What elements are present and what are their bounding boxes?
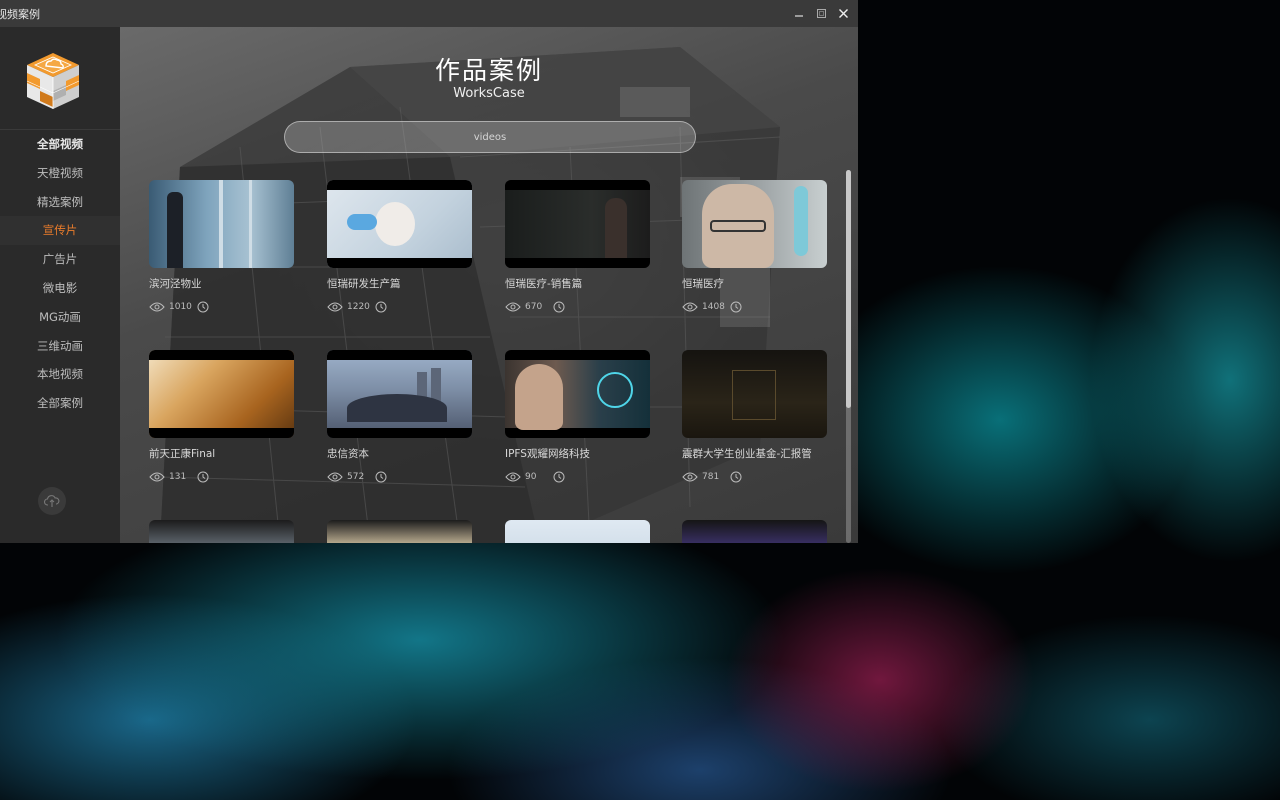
- clock-icon: [553, 471, 565, 483]
- nav-item-local-videos[interactable]: 本地视频: [0, 360, 120, 389]
- view-count: 572: [347, 472, 365, 482]
- video-card[interactable]: [149, 520, 294, 543]
- video-meta: 131: [149, 470, 294, 484]
- video-card[interactable]: [682, 520, 827, 543]
- nav-item-micro-films[interactable]: 微电影: [0, 274, 120, 303]
- video-thumbnail[interactable]: [149, 520, 294, 543]
- clock-icon: [197, 471, 209, 483]
- nav-item-all-videos[interactable]: 全部视频: [0, 130, 120, 159]
- video-title: 恒瑞医疗-销售篇: [505, 278, 583, 290]
- video-card[interactable]: [327, 520, 472, 543]
- video-meta: 670: [505, 300, 650, 314]
- video-title: 震群大学生创业基金-汇报管: [682, 448, 812, 460]
- window-title: 视频案例: [0, 7, 40, 21]
- video-meta: 1010: [149, 300, 294, 314]
- clock-icon: [730, 471, 742, 483]
- eye-icon: [682, 302, 698, 312]
- eye-icon: [505, 302, 521, 312]
- video-thumbnail[interactable]: [682, 350, 827, 438]
- video-card[interactable]: 忠信资本 572: [327, 350, 472, 484]
- title-bar[interactable]: 视频案例: [0, 0, 858, 27]
- nav-item-3d-animation[interactable]: 三维动画: [0, 332, 120, 361]
- video-thumbnail[interactable]: [327, 180, 472, 268]
- view-count: 131: [169, 472, 187, 482]
- video-thumbnail[interactable]: [682, 520, 827, 543]
- cloud-upload-icon[interactable]: [38, 487, 66, 515]
- video-meta: 90: [505, 470, 650, 484]
- clock-icon: [375, 301, 387, 313]
- minimize-icon[interactable]: [792, 7, 806, 21]
- video-thumbnail[interactable]: [682, 180, 827, 268]
- nav-item-ads[interactable]: 广告片: [0, 245, 120, 274]
- video-title: IPFS观耀网络科技: [505, 448, 590, 460]
- category-nav: 全部视频 天橙视频 精选案例 宣传片 广告片 微电影 MG动画 三维动画 本地视…: [0, 129, 120, 418]
- eye-icon: [505, 472, 521, 482]
- window-controls: [792, 0, 850, 27]
- view-count: 1408: [702, 302, 725, 312]
- view-count: 1010: [169, 302, 192, 312]
- clock-icon: [197, 301, 209, 313]
- video-thumbnail[interactable]: [505, 180, 650, 268]
- video-title: 滨河泾物业: [149, 278, 202, 290]
- scrollbar-thumb[interactable]: [846, 170, 851, 408]
- nav-item-all-cases[interactable]: 全部案例: [0, 389, 120, 418]
- page-heading: 作品案例: [434, 56, 543, 85]
- eye-icon: [327, 302, 343, 312]
- video-card[interactable]: 恒瑞研发生产篇 1220: [327, 180, 472, 314]
- nav-item-tiancheng-videos[interactable]: 天橙视频: [0, 159, 120, 188]
- video-thumbnail[interactable]: [505, 350, 650, 438]
- video-meta: 572: [327, 470, 472, 484]
- vertical-scrollbar[interactable]: [846, 170, 851, 543]
- nav-item-mg-animation[interactable]: MG动画: [0, 303, 120, 332]
- cube-cloud-logo-icon: [24, 51, 82, 113]
- video-card[interactable]: 前天正康Final 131: [149, 350, 294, 484]
- video-card[interactable]: 滨河泾物业 1010: [149, 180, 294, 314]
- nav-item-promo-films[interactable]: 宣传片: [0, 216, 120, 246]
- close-icon[interactable]: [836, 7, 850, 21]
- clock-icon: [375, 471, 387, 483]
- video-card[interactable]: [505, 520, 650, 543]
- search-input[interactable]: [284, 121, 696, 153]
- video-thumbnail[interactable]: [327, 350, 472, 438]
- eye-icon: [149, 302, 165, 312]
- video-title: 忠信资本: [327, 448, 369, 460]
- view-count: 1220: [347, 302, 370, 312]
- main-content: 作品案例 WorksCase 滨河泾物业 1010: [120, 27, 858, 543]
- video-title: 恒瑞医疗: [682, 278, 724, 290]
- clock-icon: [553, 301, 565, 313]
- video-card[interactable]: 震群大学生创业基金-汇报管 781: [682, 350, 827, 484]
- eye-icon: [682, 472, 698, 482]
- video-title: 恒瑞研发生产篇: [327, 278, 401, 290]
- video-meta: 1220: [327, 300, 472, 314]
- app-window: 视频案例 全部视频 天橙视频 精选案例 宣传片 广告片 微电影 MG动画 三维动…: [0, 0, 858, 543]
- video-meta: 781: [682, 470, 827, 484]
- video-meta: 1408: [682, 300, 827, 314]
- eye-icon: [327, 472, 343, 482]
- video-card[interactable]: 恒瑞医疗 1408: [682, 180, 827, 314]
- view-count: 781: [702, 472, 720, 482]
- view-count: 90: [525, 472, 537, 482]
- page-subheading: WorksCase: [453, 86, 525, 101]
- eye-icon: [149, 472, 165, 482]
- video-thumbnail[interactable]: [149, 350, 294, 438]
- maximize-icon[interactable]: [814, 7, 828, 21]
- video-title: 前天正康Final: [149, 448, 216, 460]
- video-thumbnail[interactable]: [505, 520, 650, 543]
- video-card[interactable]: IPFS观耀网络科技 90: [505, 350, 650, 484]
- sidebar: 全部视频 天橙视频 精选案例 宣传片 广告片 微电影 MG动画 三维动画 本地视…: [0, 27, 120, 543]
- view-count: 670: [525, 302, 543, 312]
- video-thumbnail[interactable]: [327, 520, 472, 543]
- video-card[interactable]: 恒瑞医疗-销售篇 670: [505, 180, 650, 314]
- clock-icon: [730, 301, 742, 313]
- nav-item-featured-cases[interactable]: 精选案例: [0, 188, 120, 217]
- video-thumbnail[interactable]: [149, 180, 294, 268]
